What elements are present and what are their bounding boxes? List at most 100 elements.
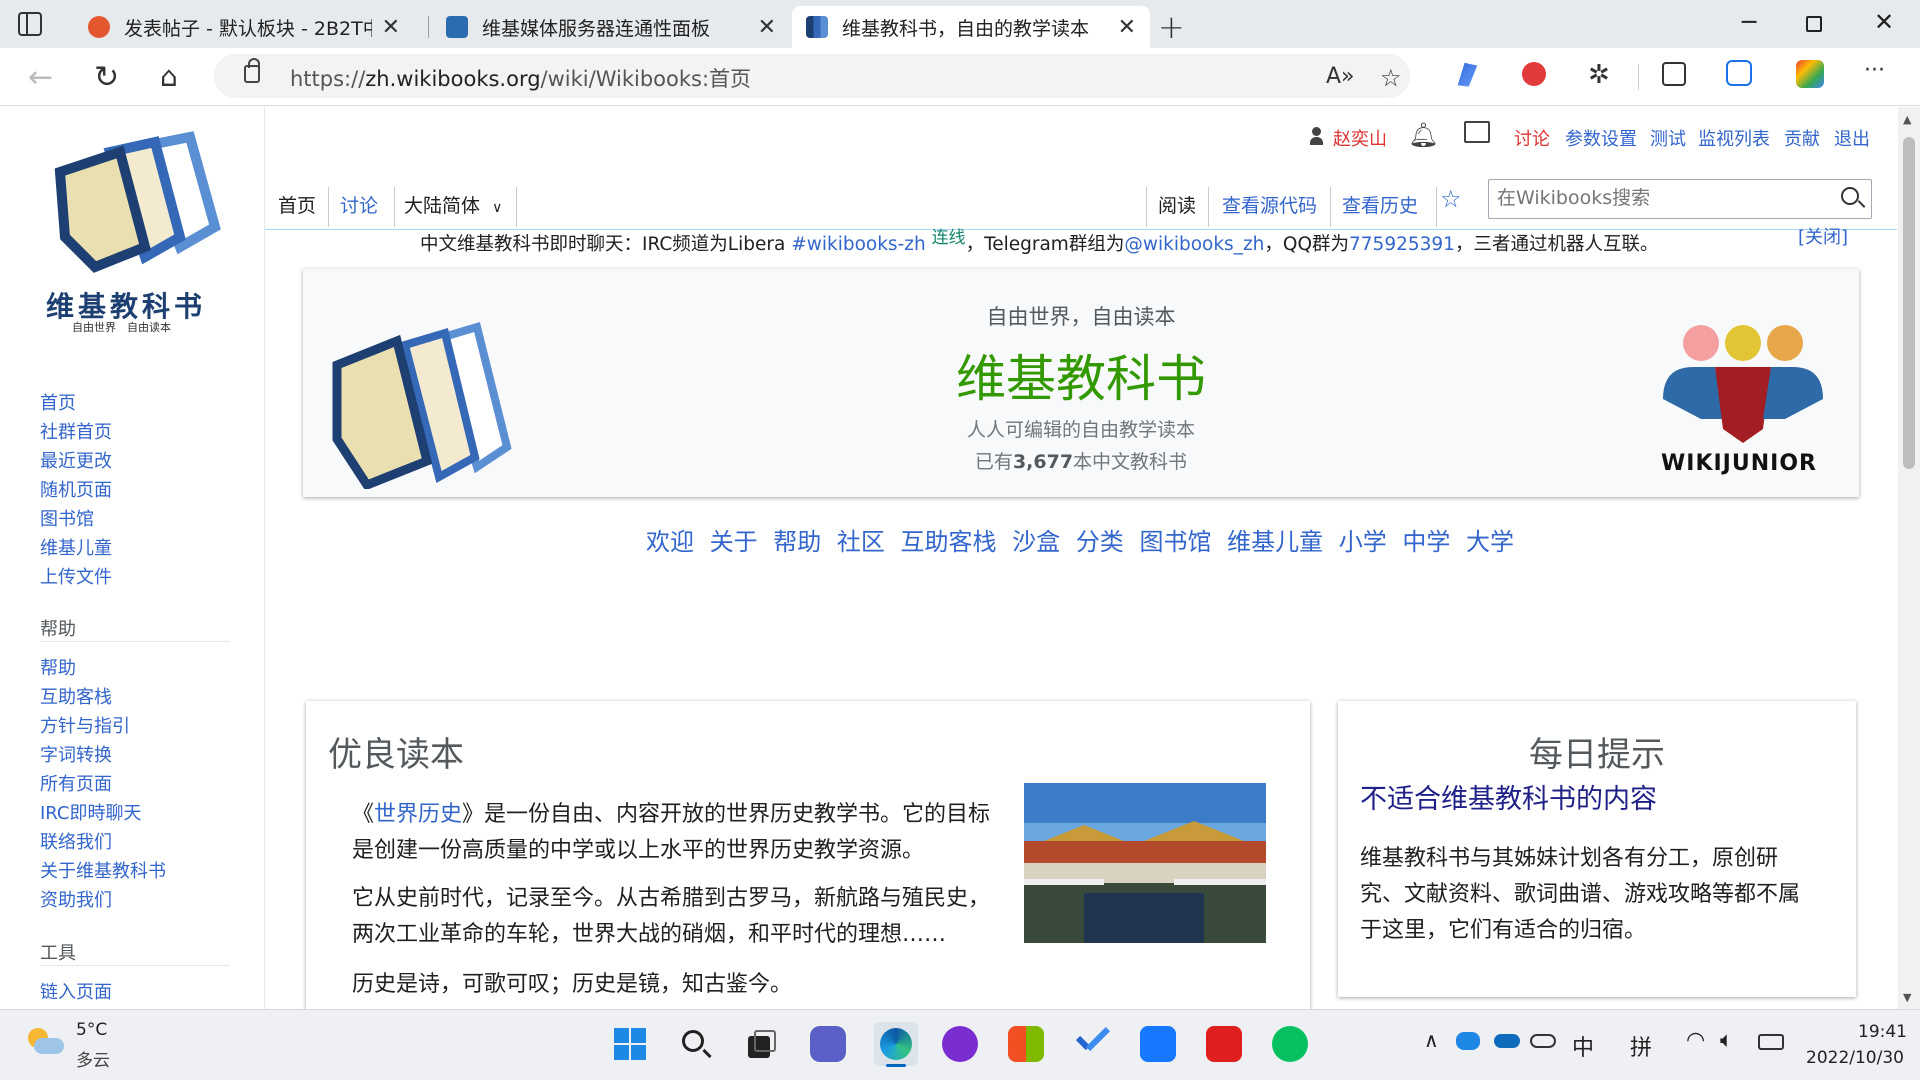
forbidden-city-photo[interactable] (1024, 783, 1266, 943)
extensions-puzzle-icon[interactable]: ✲ (1588, 60, 1616, 90)
browser-tab-connectivity[interactable]: 维基媒体服务器连通性面板 ✕ (432, 6, 790, 48)
close-window-icon[interactable]: ✕ (1874, 8, 1894, 36)
start-windows-icon[interactable] (612, 1026, 648, 1062)
ime-mode-indicator[interactable]: 拼 (1630, 1030, 1652, 1062)
portal-link-about[interactable]: 关于 (710, 528, 758, 556)
favorite-star-icon[interactable]: ☆ (1380, 64, 1402, 92)
tab-view-source[interactable]: 查看源代码 (1212, 185, 1327, 225)
pen-extension-icon[interactable] (1457, 62, 1478, 87)
sidebar-item-policies[interactable]: 方针与指引 (40, 712, 130, 738)
feishu-icon[interactable] (1140, 1026, 1176, 1062)
sidebar-item-contact[interactable]: 联络我们 (40, 828, 112, 854)
watchlist-link[interactable]: 监视列表 (1698, 125, 1770, 151)
tab-view-history[interactable]: 查看历史 (1332, 185, 1428, 225)
maximize-icon[interactable] (1806, 16, 1822, 32)
sidebar-item-upload[interactable]: 上传文件 (40, 563, 112, 589)
search-icon[interactable] (678, 1026, 714, 1062)
portal-link-sandbox[interactable]: 沙盒 (1012, 528, 1060, 556)
sandbox-test-link[interactable]: 测试 (1650, 125, 1686, 151)
contributions-link[interactable]: 贡献 (1784, 125, 1820, 151)
tab-talk[interactable]: 讨论 (330, 185, 388, 225)
sidebar-item-what-links-here[interactable]: 链入页面 (40, 978, 112, 1004)
user-talk-link[interactable]: 讨论 (1514, 125, 1550, 151)
sidebar-item-community-portal[interactable]: 社群首页 (40, 418, 112, 444)
notifications-bell-icon[interactable]: 🔔︎ (1408, 121, 1438, 149)
tab-variant-dropdown[interactable]: 大陆简体 ∨ (394, 185, 512, 225)
username-link[interactable]: 赵奕山 (1333, 125, 1387, 151)
close-tab-icon[interactable]: ✕ (1118, 15, 1136, 40)
preferences-link[interactable]: 参数设置 (1565, 125, 1637, 151)
back-icon[interactable]: ← (28, 60, 53, 95)
show-hidden-icons-chevron-icon[interactable]: ∧ (1424, 1028, 1439, 1052)
browser-tab-forum[interactable]: 发表帖子 - 默认板块 - 2B2T中国服 ✕ (74, 6, 414, 48)
lock-icon[interactable] (244, 58, 260, 83)
address-bar[interactable]: https://zh.wikibooks.org/wiki/Wikibooks:… (214, 54, 1410, 98)
collections-icon[interactable] (1662, 62, 1686, 86)
scroll-down-icon[interactable]: ▼ (1903, 991, 1911, 1004)
portal-link-primary[interactable]: 小学 (1339, 528, 1387, 556)
clock-time[interactable]: 19:41 (1858, 1022, 1907, 1042)
adblock-extension-icon[interactable] (1522, 62, 1546, 86)
logout-link[interactable]: 退出 (1834, 125, 1870, 151)
page-scrollbar[interactable]: ▲ ▼ (1898, 107, 1920, 1009)
sidebar-item-conversion[interactable]: 字词转换 (40, 741, 112, 767)
tray-app-icon[interactable] (1456, 1032, 1480, 1050)
search-box[interactable] (1488, 179, 1872, 219)
profile-icon[interactable] (1796, 60, 1824, 88)
portal-link-village-pump[interactable]: 互助客栈 (901, 528, 997, 556)
telegram-link[interactable]: @wikibooks_zh (1124, 234, 1264, 255)
search-icon[interactable] (1841, 187, 1859, 205)
watch-star-icon[interactable]: ☆ (1440, 185, 1462, 213)
close-tab-icon[interactable]: ✕ (758, 15, 776, 40)
sidebar-item-all-pages[interactable]: 所有页面 (40, 770, 112, 796)
task-view-icon[interactable] (744, 1026, 780, 1062)
cloud-sync-icon[interactable] (1530, 1034, 1556, 1048)
clock-date[interactable]: 2022/10/30 (1806, 1048, 1904, 1068)
sidebar-item-recent-changes[interactable]: 最近更改 (40, 447, 112, 473)
sidebar-item-random-page[interactable]: 随机页面 (40, 476, 112, 502)
read-aloud-icon[interactable]: A» (1326, 64, 1355, 89)
portal-link-library[interactable]: 图书馆 (1139, 528, 1211, 556)
sidebar-item-irc[interactable]: IRC即時聊天 (40, 799, 142, 825)
new-tab-icon[interactable]: + (1158, 8, 1185, 46)
notices-tray-icon[interactable] (1464, 121, 1490, 143)
portal-link-university[interactable]: 大学 (1466, 528, 1514, 556)
sidebar-item-donate[interactable]: 资助我们 (40, 886, 112, 912)
wifi-icon[interactable]: ◠ (1686, 1028, 1705, 1053)
search-input[interactable] (1497, 180, 1817, 216)
wikibooks-logo[interactable]: 维基教科书 自由世界 自由读本 (40, 127, 230, 334)
close-tab-icon[interactable]: ✕ (382, 15, 400, 40)
battery-icon[interactable] (1758, 1034, 1784, 1050)
weather-cloud-icon[interactable] (28, 1028, 64, 1058)
teams-chat-icon[interactable] (810, 1026, 846, 1062)
youdao-icon[interactable] (1206, 1026, 1242, 1062)
tor-browser-icon[interactable] (942, 1026, 978, 1062)
ie-mode-icon[interactable] (1726, 60, 1752, 86)
volume-icon[interactable]: 🔈︎ (1720, 1028, 1733, 1053)
sidebar-item-village-pump[interactable]: 互助客栈 (40, 683, 112, 709)
minimize-icon[interactable]: ─ (1742, 8, 1756, 36)
portal-link-help[interactable]: 帮助 (773, 528, 821, 556)
portal-link-categories[interactable]: 分类 (1076, 528, 1124, 556)
sidebar-item-about[interactable]: 关于维基教科书 (40, 857, 166, 883)
tab-read[interactable]: 阅读 (1148, 185, 1206, 225)
edge-taskbar-button[interactable] (874, 1022, 918, 1067)
qq-group-link[interactable]: 775925391 (1349, 234, 1455, 255)
irc-channel-link[interactable]: #wikibooks-zh (791, 234, 925, 255)
portal-link-welcome[interactable]: 欢迎 (646, 528, 694, 556)
refresh-icon[interactable]: ↻ (94, 60, 119, 95)
wechat-icon[interactable] (1272, 1026, 1308, 1062)
scroll-up-icon[interactable]: ▲ (1903, 113, 1911, 126)
portal-link-secondary[interactable]: 中学 (1402, 528, 1450, 556)
browser-tab-wikibooks[interactable]: 维基教科书，自由的教学读本 ✕ (792, 6, 1150, 48)
portal-link-community[interactable]: 社区 (837, 528, 885, 556)
scrollbar-thumb[interactable] (1903, 137, 1915, 469)
sidebar-item-main-page[interactable]: 首页 (40, 389, 76, 415)
sidebar-item-help[interactable]: 帮助 (40, 654, 76, 680)
microsoft-store-icon[interactable] (1008, 1026, 1044, 1062)
home-icon[interactable]: ⌂ (160, 60, 178, 93)
more-menu-icon[interactable]: ··· (1864, 58, 1892, 86)
tab-main-page[interactable]: 首页 (268, 185, 326, 225)
tab-actions-icon[interactable] (18, 12, 42, 36)
world-history-link[interactable]: 世界历史 (374, 802, 462, 827)
